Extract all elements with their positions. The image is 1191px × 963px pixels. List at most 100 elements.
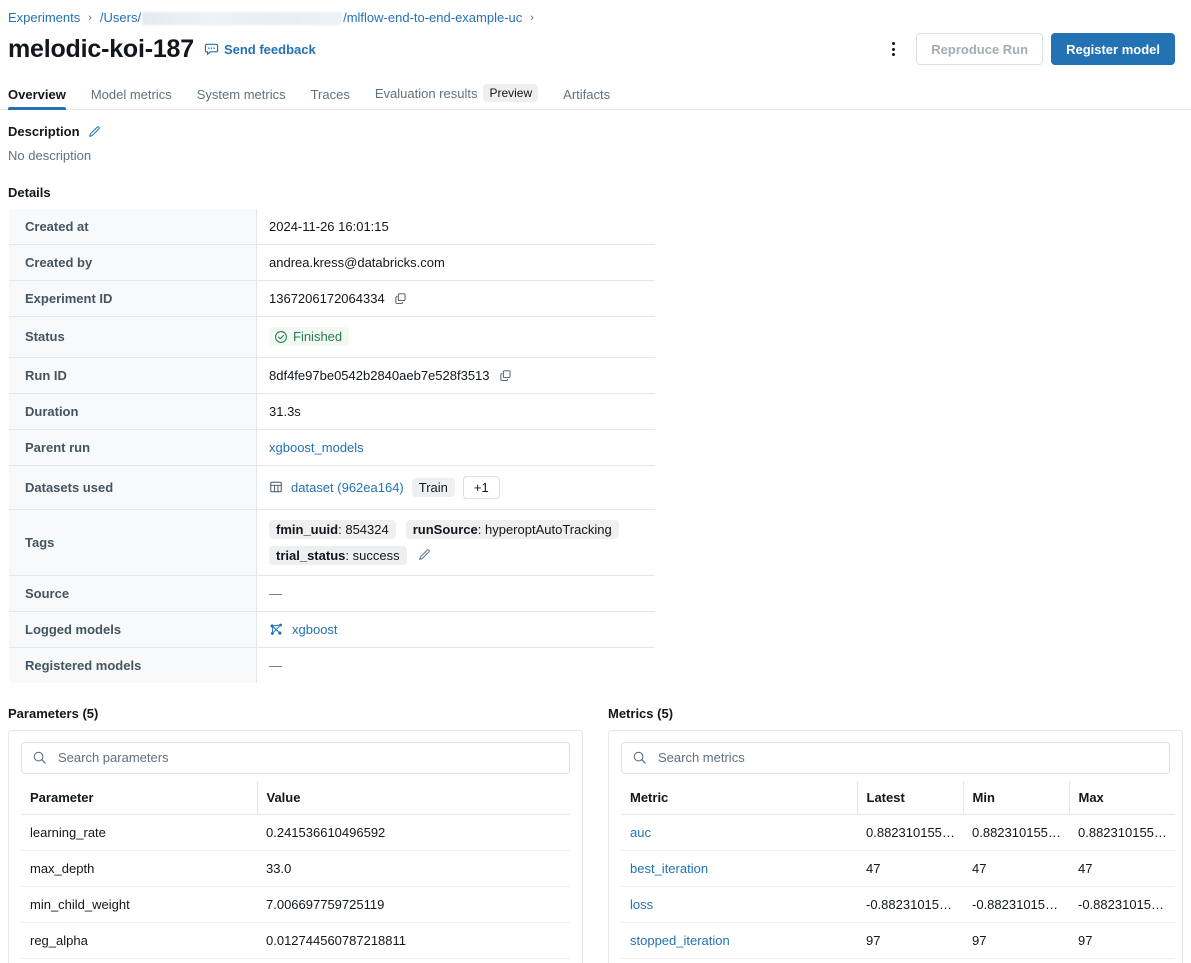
tab-traces[interactable]: Traces	[311, 87, 350, 109]
search-icon	[32, 750, 47, 765]
table-row: Registered models —	[9, 647, 656, 683]
detail-label-source: Source	[9, 575, 257, 611]
tag-value: success	[353, 548, 400, 563]
column-header-parameter[interactable]: Parameter	[21, 781, 257, 815]
metrics-panel: Metrics (5) Metric Latest Min M	[608, 706, 1183, 963]
tab-bar: Overview Model metrics System metrics Tr…	[0, 78, 1191, 110]
detail-label-registered-models: Registered models	[9, 647, 257, 683]
detail-value-source: —	[257, 575, 656, 611]
tag-key: runSource	[413, 522, 478, 537]
dataset-link[interactable]: dataset (962ea164)	[291, 480, 404, 495]
overview-content: Description No description Details Creat…	[0, 110, 1191, 684]
tab-evaluation-results[interactable]: Evaluation results Preview	[375, 84, 538, 109]
metric-min: 97	[963, 922, 1069, 958]
table-icon	[269, 480, 283, 494]
parameter-value: 33.0	[257, 850, 570, 886]
send-feedback-link[interactable]: Send feedback	[204, 42, 316, 57]
metric-latest: 0.32665003…	[857, 958, 963, 963]
table-row: max_depth 33.0	[21, 850, 570, 886]
column-header-latest[interactable]: Latest	[857, 781, 963, 815]
metric-latest: 97	[857, 922, 963, 958]
parameter-name: reg_alpha	[21, 922, 257, 958]
parameter-name: reg_lambda	[21, 958, 257, 963]
parameters-box: Parameter Value learning_rate 0.24153661…	[8, 730, 583, 963]
tag-value: hyperoptAutoTracking	[485, 522, 612, 537]
overflow-menu-icon[interactable]	[878, 34, 908, 64]
pencil-icon[interactable]	[87, 125, 101, 139]
metric-latest: -0.88231015…	[857, 886, 963, 922]
tab-model-metrics-label: Model metrics	[91, 87, 172, 102]
metric-min: 0.32665003…	[963, 958, 1069, 963]
parameters-panel: Parameters (5) Parameter Value	[8, 706, 583, 963]
tab-system-metrics[interactable]: System metrics	[197, 87, 286, 109]
metric-link-stopped-iteration[interactable]: stopped_iteration	[630, 933, 730, 948]
description-heading: Description	[8, 124, 80, 139]
tab-traces-label: Traces	[311, 87, 350, 102]
table-row: Source —	[9, 575, 656, 611]
metric-link-loss[interactable]: loss	[630, 897, 653, 912]
datasets-used-row: dataset (962ea164) Train +1	[269, 476, 643, 499]
parameter-name: max_depth	[21, 850, 257, 886]
dataset-more-button[interactable]: +1	[463, 476, 500, 499]
copy-icon[interactable]	[499, 369, 512, 382]
bottom-panels: Parameters (5) Parameter Value	[0, 706, 1191, 963]
table-row: Created at 2024-11-26 16:01:15	[9, 209, 656, 245]
breadcrumb-experiments[interactable]: Experiments	[8, 10, 80, 26]
tab-overview[interactable]: Overview	[8, 87, 66, 109]
tab-system-metrics-label: System metrics	[197, 87, 286, 102]
metrics-header-row: Metric Latest Min Max	[621, 781, 1175, 815]
comment-icon	[204, 42, 219, 57]
register-model-button[interactable]: Register model	[1051, 33, 1175, 65]
detail-label-status: Status	[9, 317, 257, 358]
column-header-min[interactable]: Min	[963, 781, 1069, 815]
metric-min: 0.882310155…	[963, 814, 1069, 850]
reproduce-run-button[interactable]: Reproduce Run	[916, 33, 1043, 65]
detail-label-tags: Tags	[9, 509, 257, 575]
column-header-value[interactable]: Value	[257, 781, 570, 815]
table-row: Logged models xgboost	[9, 611, 656, 647]
edit-tags-pencil-icon[interactable]	[417, 548, 431, 562]
parameter-value: 0.024640775144065995	[257, 958, 570, 963]
description-body: No description	[8, 148, 1183, 163]
detail-label-logged-models: Logged models	[9, 611, 257, 647]
parameter-name: min_child_weight	[21, 886, 257, 922]
tag-value: 854324	[345, 522, 388, 537]
metric-max: 97	[1069, 922, 1175, 958]
parameters-title: Parameters (5)	[8, 706, 583, 721]
tab-model-metrics[interactable]: Model metrics	[91, 87, 172, 109]
metric-latest: 47	[857, 850, 963, 886]
metric-max: 0.882310155…	[1069, 814, 1175, 850]
column-header-metric[interactable]: Metric	[621, 781, 857, 815]
tab-artifacts[interactable]: Artifacts	[563, 87, 610, 109]
breadcrumb-users-prefix[interactable]: /Users/	[100, 10, 141, 26]
experiment-id-text: 1367206172064334	[269, 291, 385, 306]
parameter-name: learning_rate	[21, 814, 257, 850]
column-header-max[interactable]: Max	[1069, 781, 1175, 815]
detail-label-parent-run: Parent run	[9, 429, 257, 465]
run-id-text: 8df4fe97be0542b2840aeb7e528f3513	[269, 368, 490, 383]
tags-list: fmin_uuid: 854324 runSource: hyperoptAut…	[269, 520, 643, 565]
logged-model-link[interactable]: xgboost	[292, 622, 338, 637]
logged-models-row: xgboost	[269, 622, 643, 637]
status-badge-label: Finished	[293, 329, 342, 344]
detail-label-duration: Duration	[9, 393, 257, 429]
parameters-search-box[interactable]	[21, 742, 570, 774]
parent-run-link[interactable]: xgboost_models	[269, 440, 364, 455]
preview-badge: Preview	[483, 84, 538, 102]
detail-label-run-id: Run ID	[9, 357, 257, 393]
metrics-search-box[interactable]	[621, 742, 1170, 774]
detail-value-created-by: andrea.kress@databricks.com	[257, 245, 656, 281]
metric-link-best-iteration[interactable]: best_iteration	[630, 861, 708, 876]
breadcrumb-separator-icon: ›	[88, 10, 92, 26]
search-icon	[632, 750, 647, 765]
table-row: best_iteration 47 47 47	[621, 850, 1175, 886]
copy-icon[interactable]	[394, 292, 407, 305]
table-row: Parent run xgboost_models	[9, 429, 656, 465]
breadcrumb-experiment-path[interactable]: /mlflow-end-to-end-example-uc	[343, 10, 522, 26]
model-graph-icon	[269, 622, 284, 637]
search-metrics-input[interactable]	[656, 749, 1159, 766]
table-row: auc 0.882310155… 0.882310155… 0.88231015…	[621, 814, 1175, 850]
detail-value-status: Finished	[257, 317, 656, 358]
metric-link-auc[interactable]: auc	[630, 825, 651, 840]
search-parameters-input[interactable]	[56, 749, 559, 766]
